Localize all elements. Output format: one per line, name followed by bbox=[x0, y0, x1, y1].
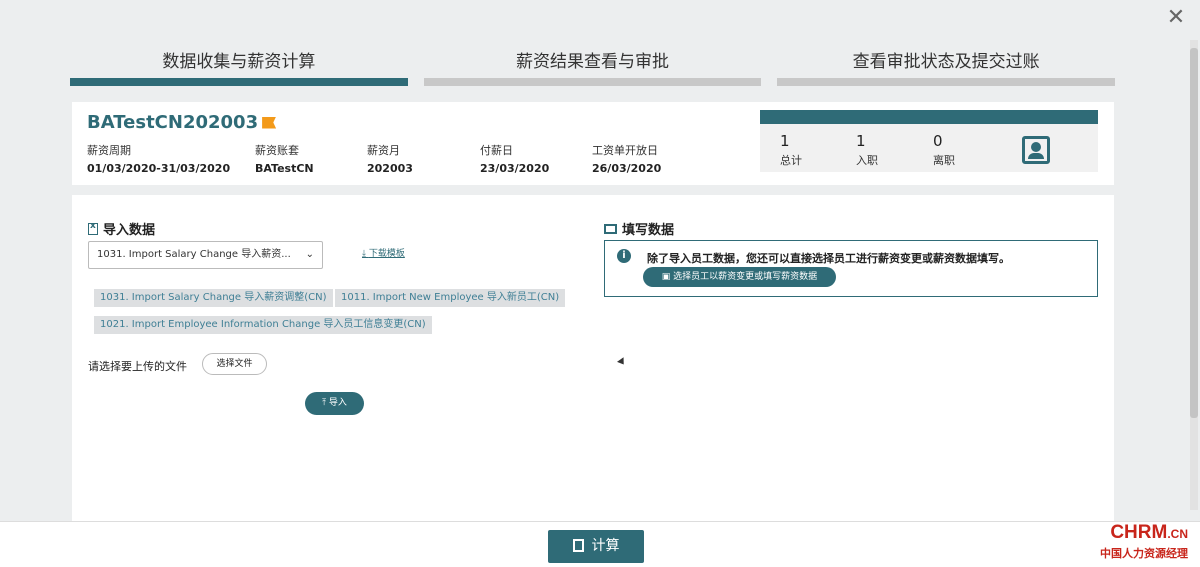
step-tab-review[interactable]: 薪资结果查看与审批 bbox=[423, 48, 762, 86]
meta-label: 薪资账套 bbox=[255, 144, 299, 157]
meta-pay-period: 薪资周期 01/03/2020-31/03/2020 bbox=[87, 142, 230, 175]
stat-value: 0 bbox=[933, 132, 943, 150]
meta-value: 202003 bbox=[367, 162, 413, 175]
stat-total: 1 总计 bbox=[780, 132, 802, 168]
meta-payroll-set: 薪资账套 BATestCN bbox=[255, 142, 314, 175]
download-template-link[interactable]: ⤓ 下载模板 bbox=[362, 246, 405, 259]
payroll-title: BATestCN202003 bbox=[87, 112, 277, 133]
upload-file-label: 请选择要上传的文件 bbox=[88, 360, 187, 373]
step-label: 查看审批状态及提交过账 bbox=[852, 52, 1040, 72]
step-progress-bar bbox=[777, 78, 1116, 86]
flag-icon bbox=[262, 116, 277, 129]
meta-value: 26/03/2020 bbox=[592, 162, 662, 175]
step-tabs: 数据收集与薪资计算 薪资结果查看与审批 查看审批状态及提交过账 bbox=[70, 48, 1116, 86]
fill-info-text: 除了导入员工数据，您还可以直接选择员工进行薪资变更或薪资数据填写。 bbox=[647, 252, 1010, 265]
import-template-chip-new-employee[interactable]: 1011. Import New Employee 导入新员工(CN) bbox=[335, 289, 566, 307]
employee-contact-icon[interactable] bbox=[1022, 136, 1050, 164]
payroll-summary-card: BATestCN202003 薪资周期 01/03/2020-31/03/202… bbox=[72, 102, 1114, 185]
stat-hired: 1 入职 bbox=[856, 132, 878, 168]
meta-payslip-open-date: 工资单开放日 26/03/2020 bbox=[592, 142, 661, 175]
scrollbar-thumb[interactable] bbox=[1190, 48, 1198, 418]
stat-value: 1 bbox=[856, 132, 866, 150]
meta-label: 付薪日 bbox=[480, 144, 513, 157]
fill-section-title: 填写数据 bbox=[604, 219, 674, 238]
import-button-label: 导入 bbox=[328, 398, 347, 408]
step-progress-bar bbox=[70, 78, 408, 86]
meta-label: 薪资月 bbox=[367, 144, 400, 157]
step-label: 薪资结果查看与审批 bbox=[516, 52, 669, 72]
chrm-logo: CHRM.CN 中国人力资源经理 bbox=[1100, 522, 1188, 561]
logo-subtitle: 中国人力资源经理 bbox=[1100, 547, 1188, 560]
fill-info-box: i 除了导入员工数据，您还可以直接选择员工进行薪资变更或薪资数据填写。 ▣ 选择… bbox=[604, 240, 1098, 297]
id-card-icon bbox=[604, 223, 617, 234]
meta-value: 01/03/2020-31/03/2020 bbox=[87, 162, 231, 175]
info-icon: i bbox=[617, 249, 631, 263]
import-button[interactable]: ⤒ 导入 bbox=[305, 392, 364, 415]
step-progress-bar bbox=[423, 78, 762, 86]
headcount-stats: 1 总计 1 入职 0 离职 bbox=[760, 110, 1098, 172]
stat-terminated: 0 离职 bbox=[933, 132, 955, 168]
data-entry-panel: 导入数据 1031. Import Salary Change 导入薪资... … bbox=[72, 195, 1114, 521]
fill-title-text: 填写数据 bbox=[622, 223, 675, 238]
choose-file-button[interactable]: 选择文件 bbox=[202, 353, 267, 375]
download-template-label: 下载模板 bbox=[368, 249, 405, 259]
stat-value: 1 bbox=[780, 132, 790, 150]
import-template-chip-salary[interactable]: 1031. Import Salary Change 导入薪资调整(CN) bbox=[94, 289, 333, 307]
stat-label: 离职 bbox=[933, 154, 955, 167]
logo-brand-text: CHRM bbox=[1110, 522, 1168, 543]
meta-value: BATestCN bbox=[255, 162, 314, 175]
meta-label: 薪资周期 bbox=[87, 144, 131, 157]
step-tab-submit[interactable]: 查看审批状态及提交过账 bbox=[777, 48, 1116, 86]
meta-value: 23/03/2020 bbox=[480, 162, 550, 175]
import-type-select[interactable]: 1031. Import Salary Change 导入薪资... ⌄ bbox=[88, 241, 323, 269]
choose-employee-label: 选择员工以薪资变更或填写薪资数据 bbox=[673, 272, 818, 282]
meta-pay-date: 付薪日 23/03/2020 bbox=[480, 142, 549, 175]
footer-bar: 计算 CHRM.CN 中国人力资源经理 bbox=[0, 521, 1200, 567]
choose-employee-button[interactable]: ▣ 选择员工以薪资变更或填写薪资数据 bbox=[643, 267, 836, 287]
calculate-label: 计算 bbox=[591, 538, 620, 554]
import-type-selected: 1031. Import Salary Change 导入薪资... bbox=[97, 249, 291, 260]
step-label: 数据收集与薪资计算 bbox=[162, 52, 316, 72]
import-template-chip-info-change[interactable]: 1021. Import Employee Information Change… bbox=[94, 316, 432, 334]
stat-label: 入职 bbox=[856, 154, 878, 167]
step-tab-collect[interactable]: 数据收集与薪资计算 bbox=[70, 48, 408, 86]
import-section-title: 导入数据 bbox=[88, 219, 155, 238]
close-icon[interactable]: ✕ bbox=[1164, 6, 1188, 30]
payroll-title-text: BATestCN202003 bbox=[87, 112, 259, 133]
chevron-down-icon: ⌄ bbox=[305, 249, 314, 260]
calculate-button[interactable]: 计算 bbox=[548, 530, 644, 563]
logo-tld: .CN bbox=[1167, 527, 1188, 541]
logo-brand: CHRM.CN bbox=[1100, 522, 1188, 545]
excel-file-icon bbox=[88, 221, 98, 235]
meta-label: 工资单开放日 bbox=[592, 144, 658, 157]
stat-label: 总计 bbox=[780, 154, 802, 167]
stats-header-bar bbox=[760, 110, 1098, 124]
calculator-icon bbox=[572, 539, 584, 552]
meta-pay-month: 薪资月 202003 bbox=[367, 142, 413, 175]
import-title-text: 导入数据 bbox=[103, 223, 156, 238]
